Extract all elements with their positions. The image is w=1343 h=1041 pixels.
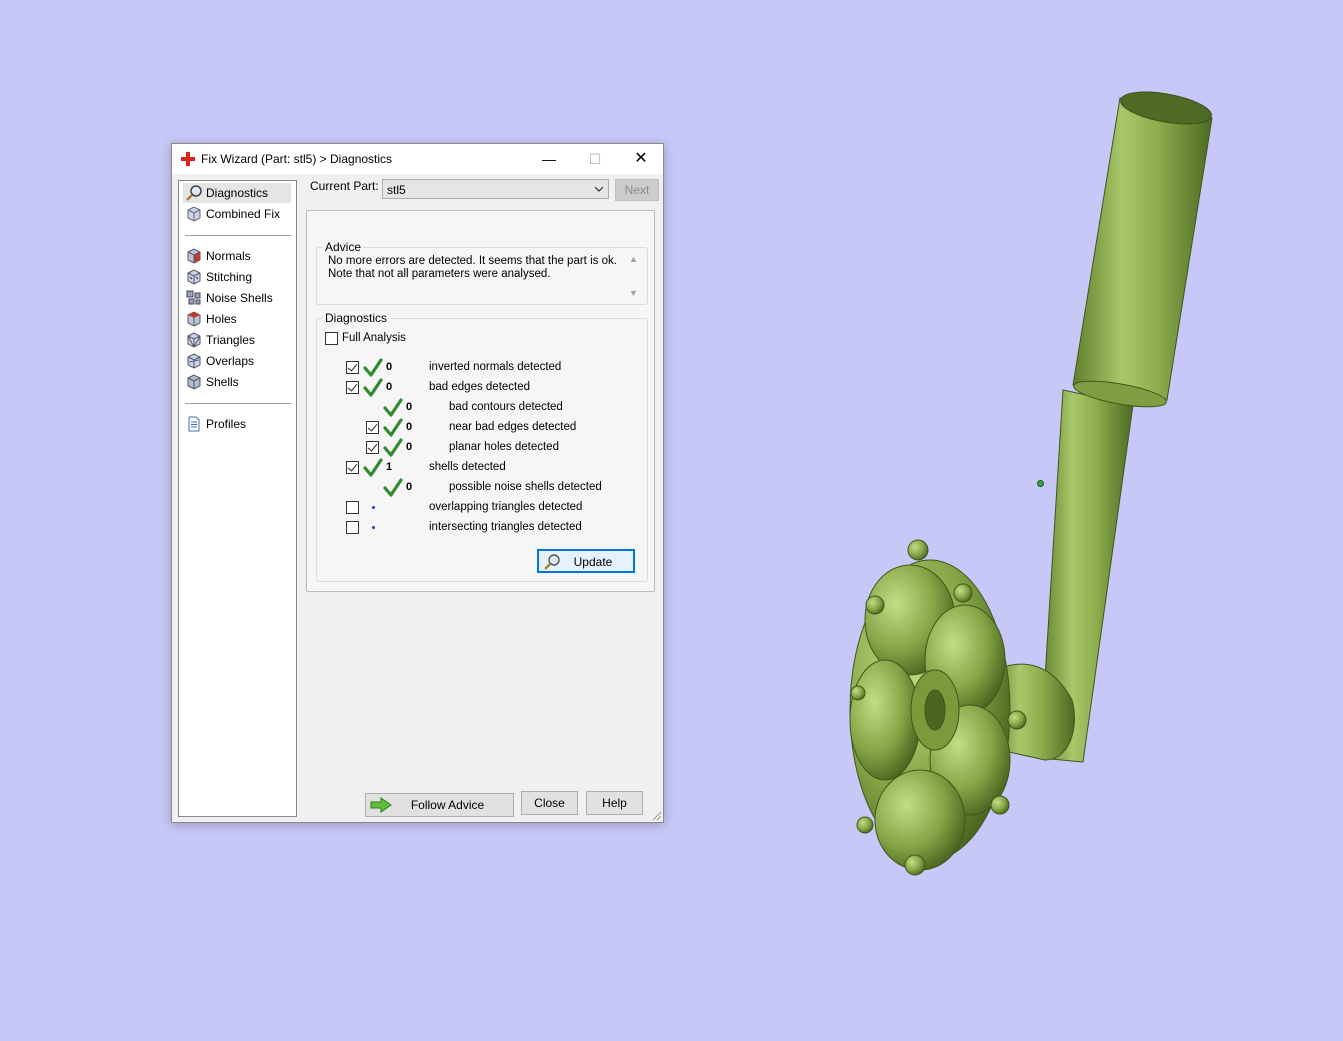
diagnostic-label: possible noise shells detected xyxy=(449,481,602,493)
sidebar-item-label: Normals xyxy=(206,249,251,263)
checkmark-icon xyxy=(363,378,383,397)
red-cross-icon xyxy=(181,152,195,166)
diagnostic-count: 0 xyxy=(386,381,393,393)
triangles-cube-icon xyxy=(187,332,201,348)
normals-cube-icon xyxy=(187,248,201,264)
sidebar-item-label: Shells xyxy=(206,375,239,389)
diagnostic-label: planar holes detected xyxy=(449,441,559,453)
advice-scrollbar[interactable]: ▲ ▼ xyxy=(627,254,641,300)
sidebar-item-holes[interactable]: Holes xyxy=(183,309,291,329)
cube-icon xyxy=(187,206,201,222)
diagnostic-checkbox[interactable] xyxy=(346,361,359,374)
sidebar-item-label: Holes xyxy=(206,312,237,326)
diagnostic-count: 0 xyxy=(406,421,413,433)
sidebar-item-shells[interactable]: Shells xyxy=(183,372,291,392)
sidebar-item-combined-fix[interactable]: Combined Fix xyxy=(183,204,291,224)
stitching-cube-icon xyxy=(187,269,201,285)
document-icon xyxy=(188,416,200,432)
advice-group: Advice No more errors are detected. It s… xyxy=(316,240,648,305)
current-part-label: Current Part: xyxy=(310,179,379,193)
sidebar-item-diagnostics[interactable]: Diagnostics xyxy=(183,183,291,203)
checkmark-icon xyxy=(363,458,383,477)
full-analysis-label: Full Analysis xyxy=(342,332,406,344)
diagnostic-label: intersecting triangles detected xyxy=(429,521,582,533)
sidebar-item-profiles[interactable]: Profiles xyxy=(183,414,291,434)
checkmark-icon xyxy=(363,358,383,377)
fix-wizard-dialog: Fix Wizard (Part: stl5) > Diagnostics — … xyxy=(171,143,664,823)
diagnostic-label: overlapping triangles detected xyxy=(429,501,583,513)
diagnostic-label: bad contours detected xyxy=(449,401,563,413)
diagnostic-count: 0 xyxy=(406,481,413,493)
scroll-up-arrow-icon[interactable]: ▲ xyxy=(629,254,638,264)
diagnostic-count: 0 xyxy=(406,401,413,413)
diagnostic-checkbox[interactable] xyxy=(346,461,359,474)
diagnostic-label: inverted normals detected xyxy=(429,361,562,373)
sidebar-item-triangles[interactable]: Triangles xyxy=(183,330,291,350)
not-analysed-dot-icon xyxy=(372,506,375,509)
advice-text: No more errors are detected. It seems th… xyxy=(328,255,617,280)
advice-title: Advice xyxy=(323,240,364,254)
noise-shells-icon xyxy=(186,290,201,305)
next-button[interactable]: Next xyxy=(615,179,659,201)
sidebar-item-stitching[interactable]: Stitching xyxy=(183,267,291,287)
sidebar-item-label: Triangles xyxy=(206,333,255,347)
update-label: Update xyxy=(573,555,613,569)
window-title: Fix Wizard (Part: stl5) > Diagnostics xyxy=(201,152,393,166)
scroll-down-arrow-icon[interactable]: ▼ xyxy=(629,288,638,298)
diagnostic-checkbox[interactable] xyxy=(366,441,379,454)
checkmark-icon xyxy=(383,398,403,417)
sidebar-item-label: Diagnostics xyxy=(206,186,269,200)
checkmark-icon xyxy=(383,438,403,457)
title-bar[interactable]: Fix Wizard (Part: stl5) > Diagnostics — … xyxy=(172,144,663,174)
3d-viewport[interactable] xyxy=(680,60,1320,920)
sidebar-item-noise-shells[interactable]: Noise Shells xyxy=(183,288,291,308)
sidebar-item-label: Noise Shells xyxy=(206,291,273,305)
update-button[interactable]: Update xyxy=(537,549,635,573)
help-button[interactable]: Help xyxy=(586,791,643,815)
minimize-button[interactable]: — xyxy=(526,144,572,174)
sidebar-item-label: Profiles xyxy=(206,417,247,431)
diagnostic-label: bad edges detected xyxy=(429,381,531,393)
not-analysed-dot-icon xyxy=(372,526,375,529)
sidebar-separator xyxy=(185,403,291,404)
diagnostic-count: 0 xyxy=(386,361,393,373)
diagnostic-checkbox[interactable] xyxy=(346,381,359,394)
diagnostic-label: shells detected xyxy=(429,461,506,473)
sidebar-item-overlaps[interactable]: Overlaps xyxy=(183,351,291,371)
sidebar-item-label: Stitching xyxy=(206,270,253,284)
rotation-pivot-marker[interactable] xyxy=(1037,480,1044,487)
current-part-value: stl5 xyxy=(387,183,406,197)
3d-model-handle xyxy=(849,91,1213,876)
overlaps-cube-icon xyxy=(187,353,201,369)
full-analysis-checkbox[interactable] xyxy=(325,332,338,345)
shells-cube-icon xyxy=(187,374,201,390)
diagnostic-checkbox[interactable] xyxy=(366,421,379,434)
diagnostic-count: 1 xyxy=(386,461,393,473)
wizard-sidebar: Diagnostics Combined Fix Normals Stitchi… xyxy=(178,180,297,817)
sidebar-item-normals[interactable]: Normals xyxy=(183,246,291,266)
checkmark-icon xyxy=(383,478,403,497)
holes-cube-icon xyxy=(187,311,201,327)
diagnostic-checkbox[interactable] xyxy=(346,521,359,534)
follow-advice-label: Follow Advice xyxy=(410,798,485,812)
follow-advice-button[interactable]: Follow Advice xyxy=(365,793,514,817)
diagnostics-title: Diagnostics xyxy=(323,311,390,325)
current-part-select[interactable]: stl5 xyxy=(382,179,609,199)
diagnostic-checkbox[interactable] xyxy=(346,501,359,514)
sidebar-item-label: Combined Fix xyxy=(206,207,281,221)
diagnostic-count: 0 xyxy=(406,441,413,453)
close-window-button[interactable]: ✕ xyxy=(618,144,664,174)
close-button[interactable]: Close xyxy=(521,791,578,815)
magnifier-icon xyxy=(186,185,202,201)
sidebar-separator xyxy=(185,235,291,236)
checkmark-icon xyxy=(383,418,403,437)
maximize-button[interactable]: ☐ xyxy=(572,144,618,174)
diagnostic-label: near bad edges detected xyxy=(449,421,577,433)
resize-grip-icon[interactable] xyxy=(650,809,662,821)
chevron-down-icon xyxy=(595,186,603,192)
sidebar-item-label: Overlaps xyxy=(206,354,255,368)
